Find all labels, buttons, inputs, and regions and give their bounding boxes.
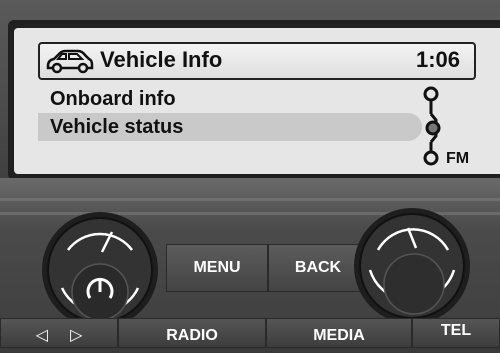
- next-icon[interactable]: ▷: [70, 327, 82, 344]
- band-label: FM: [446, 150, 470, 167]
- selector-knob[interactable]: [352, 206, 472, 326]
- previous-icon[interactable]: ◁: [36, 327, 48, 344]
- menu-button[interactable]: MENU: [166, 244, 268, 292]
- panel-ridge: [0, 198, 500, 201]
- clock: 1:06: [416, 47, 461, 72]
- page-title: Vehicle Info: [100, 47, 223, 72]
- volume-power-knob[interactable]: [40, 210, 160, 330]
- menu-item-vehicle-status[interactable]: Vehicle status: [38, 113, 422, 141]
- band-selector-icon: [423, 86, 441, 166]
- menu-item-onboard-info[interactable]: Onboard info: [38, 85, 418, 113]
- car-icon: [46, 49, 94, 74]
